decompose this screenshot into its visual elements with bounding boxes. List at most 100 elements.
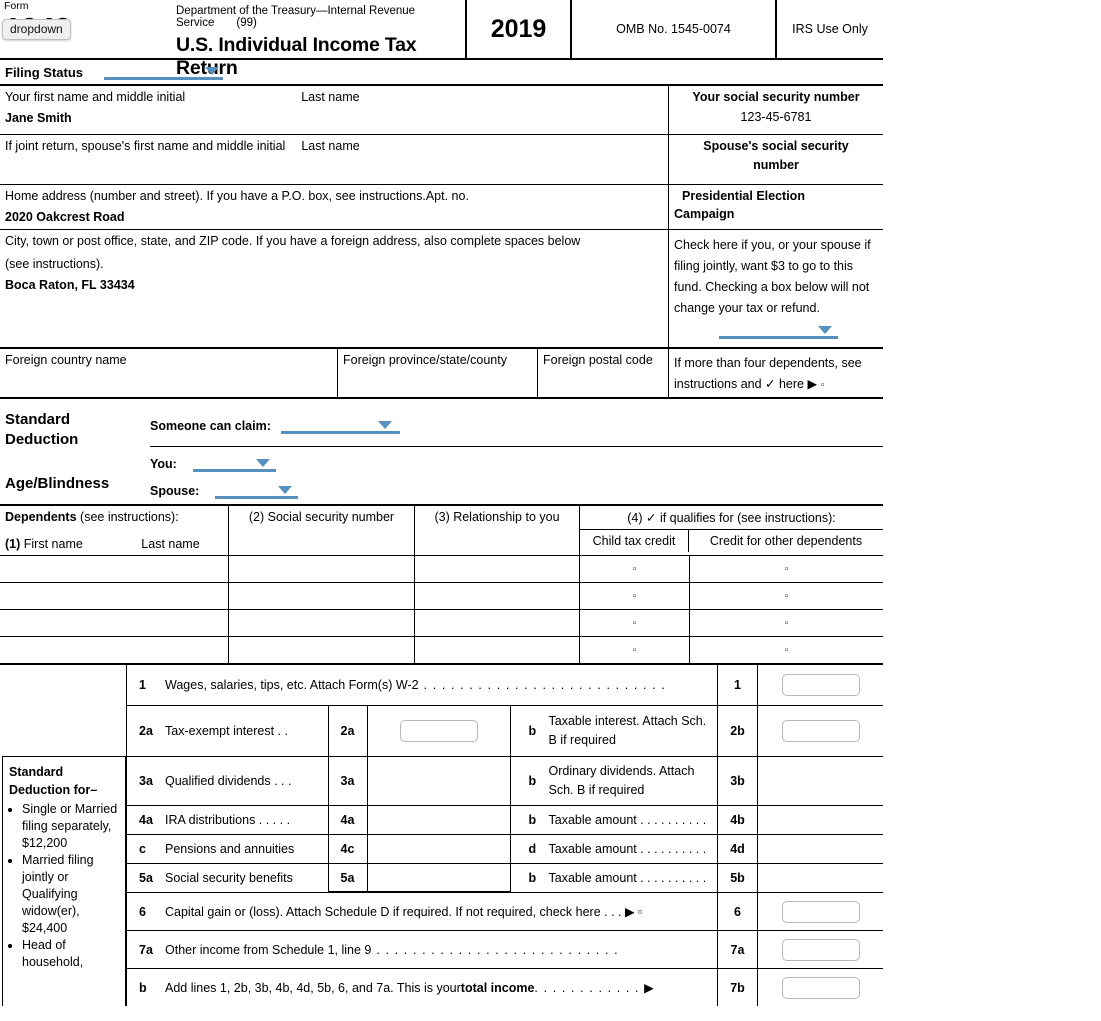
line-2b-text: Taxable interest. Attach Sch. B if requi… <box>549 712 718 750</box>
foreign-postal-cell[interactable]: Foreign postal code <box>538 349 669 397</box>
child-tax-credit-checkbox[interactable]: ▫ <box>580 637 690 663</box>
spouse-ssn-cell[interactable]: Spouse's social security number <box>669 135 883 184</box>
income-line-7b: b Add lines 1, 2b, 3b, 4b, 4d, 5b, 6, an… <box>127 969 883 1006</box>
line-1-text: Wages, salaries, tips, etc. Attach Form(… <box>165 678 419 692</box>
dependent-relationship-cell[interactable] <box>415 637 580 663</box>
other-dependents-credit-checkbox[interactable]: ▫ <box>690 637 883 663</box>
you-dropdown[interactable] <box>193 456 276 472</box>
foreign-country-cell[interactable]: Foreign country name <box>0 349 338 397</box>
line-3b-amount-cell[interactable] <box>757 757 883 805</box>
line-6-box-label: 6 <box>717 893 757 930</box>
other-dependents-credit-checkbox[interactable]: ▫ <box>690 610 883 636</box>
dependent-name-cell[interactable] <box>0 556 229 582</box>
taxpayer-info-block: Your first name and middle initial Last … <box>0 86 883 349</box>
line-4a-box-label: 4a <box>328 806 368 834</box>
spouse-row: Spouse: <box>150 477 883 504</box>
child-tax-credit-checkbox[interactable]: ▫ <box>580 610 690 636</box>
dependent-relationship-cell[interactable] <box>415 610 580 636</box>
dependent-ssn-cell[interactable] <box>229 637 415 663</box>
more-dependents-checkbox[interactable]: ▫ <box>821 379 825 391</box>
dependents-qualifies-header: (4) ✓ if qualifies for (see instructions… <box>580 506 883 530</box>
child-tax-credit-checkbox[interactable]: ▫ <box>580 583 690 609</box>
someone-can-claim-dropdown[interactable] <box>281 418 400 434</box>
line-3a-amount-cell[interactable] <box>368 757 511 805</box>
filing-status-dropdown[interactable] <box>104 64 223 80</box>
foreign-address-row: Foreign country name Foreign province/st… <box>0 349 883 399</box>
line-7b-amount-input[interactable] <box>782 977 860 999</box>
pec-body-text: Check here if you, or your spouse if fil… <box>674 235 878 319</box>
dependent-relationship-cell[interactable] <box>415 583 580 609</box>
dependent-ssn-cell[interactable] <box>229 610 415 636</box>
line-4d-amount-cell[interactable] <box>757 835 883 863</box>
sidebox-title-1: Standard <box>9 763 121 781</box>
line-3a-number: 3a <box>139 774 165 788</box>
pec-heading-cell: Presidential Election Campaign <box>669 185 883 229</box>
line-4b-description: b Taxable amount . . . . . . . . . . <box>511 806 718 834</box>
line-3b-text: Ordinary dividends. Attach Sch. B if req… <box>549 762 718 800</box>
income-line-7a: 7a Other income from Schedule 1, line 9 … <box>127 931 883 969</box>
spouse-last-name-caption: Last name <box>301 139 359 153</box>
sidebox-bullet: Single or Married filing separately, $12… <box>22 801 121 852</box>
dependent-name-cell[interactable] <box>0 637 229 663</box>
income-line-1: 1 Wages, salaries, tips, etc. Attach For… <box>127 665 883 706</box>
age-blindness-label: Age/Blindness <box>5 475 150 492</box>
sd-label-line1: Standard <box>5 410 150 430</box>
income-line-6: 6 Capital gain or (loss). Attach Schedul… <box>127 893 883 931</box>
line-6-amount-input[interactable] <box>782 901 860 923</box>
line-7a-amount-input[interactable] <box>782 939 860 961</box>
foreign-country-caption: Foreign country name <box>5 353 127 367</box>
line-7a-dots: . . . . . . . . . . . . . . . . . . . . … <box>376 943 618 957</box>
dependent-row: ▫▫ <box>0 610 883 637</box>
line-4c-amount-cell[interactable] <box>368 835 511 863</box>
revision-code: (99) <box>236 17 256 29</box>
line-4a-amount-cell[interactable] <box>368 806 511 834</box>
line-2b-amount-input[interactable] <box>782 720 860 742</box>
address-cell[interactable]: Home address (number and street). If you… <box>0 185 669 229</box>
child-tax-credit-checkbox[interactable]: ▫ <box>580 556 690 582</box>
chevron-down-icon <box>378 421 392 429</box>
income-lines: 1 Wages, salaries, tips, etc. Attach For… <box>126 665 883 1006</box>
other-dependents-credit-checkbox[interactable]: ▫ <box>690 556 883 582</box>
address-value: 2020 Oakcrest Road <box>5 210 663 224</box>
your-name-cell[interactable]: Your first name and middle initial Last … <box>0 86 669 134</box>
other-dependents-credit-checkbox[interactable]: ▫ <box>690 583 883 609</box>
pec-dropdown[interactable] <box>719 323 838 339</box>
dependent-name-cell[interactable] <box>0 583 229 609</box>
dependents-col3-header: (3) Relationship to you <box>415 506 580 555</box>
chevron-down-icon <box>278 486 292 494</box>
income-line-5: 5a Social security benefits 5a b Taxable… <box>127 864 883 893</box>
city-caption-1: City, town or post office, state, and ZI… <box>5 234 663 248</box>
address-row: Home address (number and street). If you… <box>0 185 883 230</box>
dependent-ssn-cell[interactable] <box>229 583 415 609</box>
dependent-name-cell[interactable] <box>0 610 229 636</box>
dependents-heading: Dependents (see instructions): <box>5 510 223 524</box>
line-3a-description: 3a Qualified dividends . . . <box>127 757 328 805</box>
line-5b-description: b Taxable amount . . . . . . . . . . <box>511 864 718 892</box>
line-5a-text: Social security benefits <box>165 871 293 885</box>
spouse-dropdown[interactable] <box>215 483 298 499</box>
line-7b-box-label: 7b <box>717 969 757 1006</box>
spouse-name-cell[interactable]: If joint return, spouse's first name and… <box>0 135 669 184</box>
department-text: Department of the Treasury—Internal Reve… <box>176 5 415 29</box>
dependent-relationship-cell[interactable] <box>415 556 580 582</box>
line-4c-box-label: 4c <box>328 835 368 863</box>
dependent-ssn-cell[interactable] <box>229 556 415 582</box>
line-4b-amount-cell[interactable] <box>757 806 883 834</box>
chevron-down-icon <box>818 326 832 334</box>
line-5b-amount-cell[interactable] <box>757 864 883 892</box>
line-1-amount-input[interactable] <box>782 674 860 696</box>
line-2a-amount-input[interactable] <box>400 720 478 742</box>
line-6-description: 6 Capital gain or (loss). Attach Schedul… <box>127 893 717 930</box>
your-name-value: Jane Smith <box>5 111 663 125</box>
city-cell[interactable]: City, town or post office, state, and ZI… <box>0 230 669 347</box>
standard-deduction-labels: Standard Deduction Age/Blindness <box>0 399 150 504</box>
line-5a-number: 5a <box>139 871 165 885</box>
line-5a-amount-cell[interactable] <box>368 864 511 892</box>
standard-deduction-fields: Someone can claim: You: Spouse: <box>150 399 883 504</box>
dependents-heading-bold: Dependents <box>5 510 77 524</box>
foreign-province-cell[interactable]: Foreign province/state/county <box>338 349 538 397</box>
age-blindness-fields: You: Spouse: <box>150 447 883 504</box>
your-ssn-cell[interactable]: Your social security number 123-45-6781 <box>669 86 883 134</box>
your-ssn-value: 123-45-6781 <box>674 110 878 124</box>
dependents-col1-num: (1) <box>5 537 20 551</box>
